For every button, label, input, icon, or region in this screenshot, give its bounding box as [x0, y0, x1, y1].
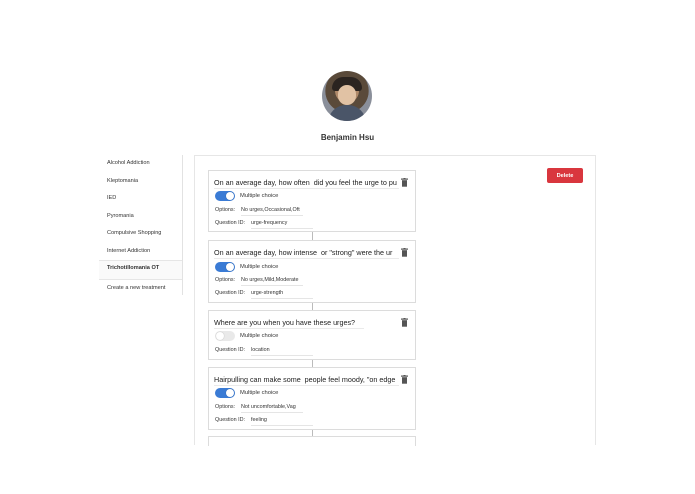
multiple-choice-toggle[interactable] — [215, 191, 235, 201]
sidebar-item-compulsive-shopping[interactable]: Compulsive Shopping — [99, 225, 182, 243]
user-name: Benjamin Hsu — [320, 133, 375, 142]
question-connector — [312, 231, 313, 240]
question-connector — [312, 303, 313, 310]
sidebar-item-kleptomania[interactable]: Kleptomania — [99, 173, 182, 191]
options-input[interactable] — [241, 276, 303, 286]
trash-icon[interactable] — [401, 178, 408, 187]
options-label: Options: — [215, 277, 236, 283]
question-card: Multiple choice Options: Question ID: — [208, 170, 416, 232]
sidebar-item-pyromania[interactable]: Pyromania — [99, 208, 182, 226]
sidebar-item-ied[interactable]: IED — [99, 190, 182, 208]
question-id-label: Question ID: — [215, 290, 245, 296]
question-id-input[interactable] — [251, 289, 313, 299]
trash-icon[interactable] — [401, 375, 408, 384]
multiple-choice-label: Multiple choice — [240, 193, 279, 199]
options-input[interactable] — [241, 206, 303, 216]
question-text-input[interactable] — [214, 247, 399, 259]
multiple-choice-toggle[interactable] — [215, 331, 235, 341]
question-id-label: Question ID: — [215, 220, 245, 226]
delete-button[interactable]: Delete — [547, 168, 583, 183]
trash-icon[interactable] — [401, 248, 408, 257]
sidebar-item-alcohol-addiction[interactable]: Alcohol Addiction — [99, 155, 182, 173]
multiple-choice-toggle[interactable] — [215, 262, 235, 272]
question-card: Multiple choice Question ID: — [208, 310, 416, 360]
toggle-knob — [226, 192, 234, 200]
question-id-label: Question ID: — [215, 347, 245, 353]
multiple-choice-label: Multiple choice — [240, 264, 279, 270]
treatment-sidebar: Alcohol Addiction Kleptomania IED Pyroma… — [99, 155, 182, 297]
question-text-input[interactable] — [214, 317, 364, 329]
toggle-knob — [226, 389, 234, 397]
question-card: Multiple choice Options: Question ID: — [208, 240, 416, 303]
sidebar-divider — [182, 155, 183, 295]
options-input[interactable] — [241, 403, 303, 413]
avatar-shirt — [328, 105, 366, 121]
sidebar-item-internet-addiction[interactable]: Internet Addiction — [99, 243, 182, 261]
multiple-choice-toggle[interactable] — [215, 388, 235, 398]
question-id-input[interactable] — [251, 219, 313, 229]
multiple-choice-label: Multiple choice — [240, 390, 279, 396]
toggle-knob — [226, 263, 234, 271]
avatar-face — [338, 85, 356, 105]
sidebar-item-create-new-treatment[interactable]: Create a new treatment — [99, 280, 182, 298]
question-id-input[interactable] — [251, 346, 313, 356]
trash-icon[interactable] — [401, 318, 408, 327]
question-text-input[interactable] — [214, 177, 399, 189]
multiple-choice-label: Multiple choice — [240, 333, 279, 339]
question-id-label: Question ID: — [215, 417, 245, 423]
question-card: Multiple choice Options: Question ID: — [208, 367, 416, 430]
question-connector — [312, 360, 313, 367]
question-card-partial — [208, 436, 416, 446]
sidebar-item-trichotillomania-ot[interactable]: Trichotillomania OT — [99, 260, 182, 280]
options-label: Options: — [215, 207, 236, 213]
user-avatar — [322, 71, 372, 121]
question-id-input[interactable] — [251, 416, 313, 426]
options-label: Options: — [215, 404, 236, 410]
toggle-knob — [216, 332, 224, 340]
question-text-input[interactable] — [214, 374, 399, 386]
